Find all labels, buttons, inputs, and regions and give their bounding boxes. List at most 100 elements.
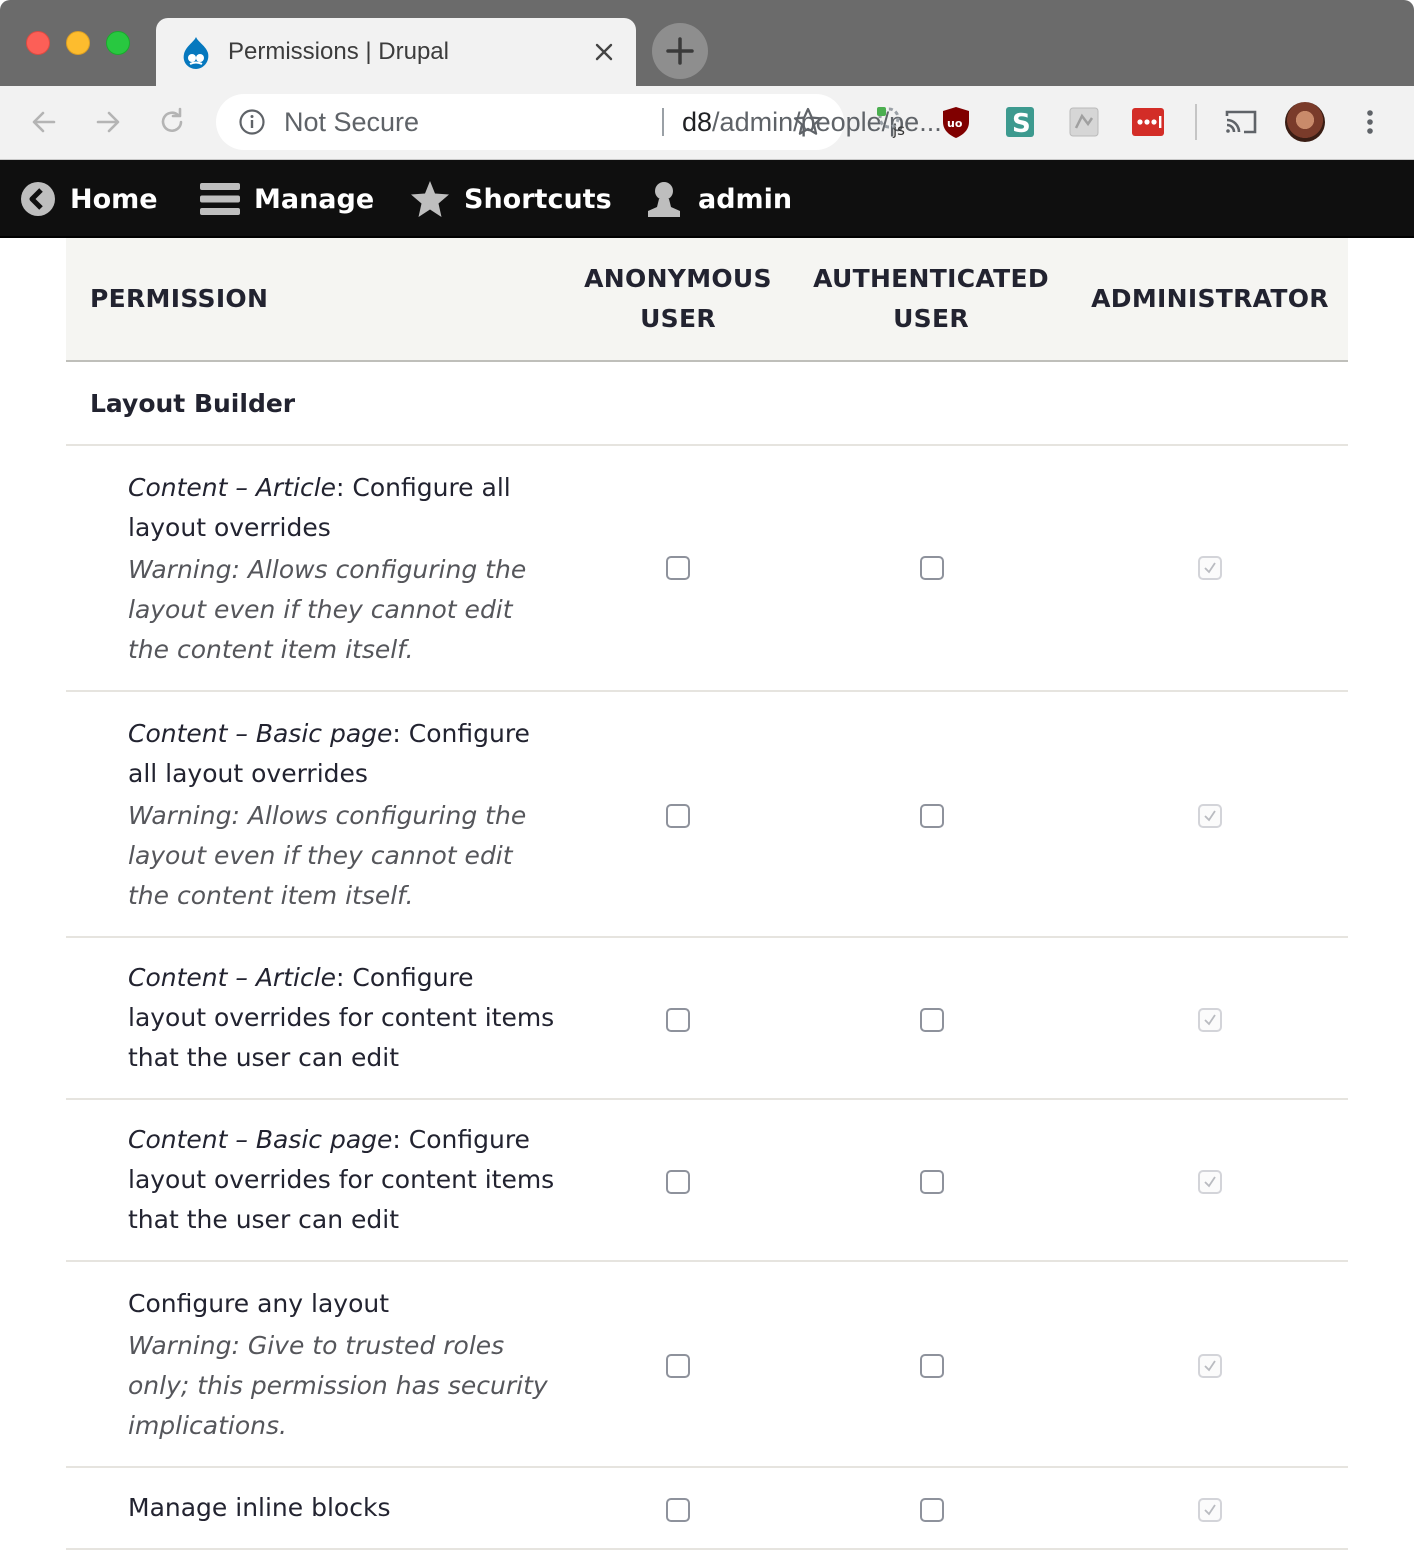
permission-title: Configure any layout [128, 1284, 558, 1324]
permissions-table: Permission Anonymous user Authenticated … [66, 238, 1348, 1550]
permission-description: Content – Article: Configure layout over… [128, 958, 558, 1078]
svg-text:js: js [892, 121, 905, 139]
s-extension-icon[interactable]: S [1002, 104, 1038, 140]
security-indicator[interactable]: Not Secure [284, 106, 419, 138]
permission-title-action: Configure any layout [128, 1289, 390, 1318]
toolbar-manage-tab[interactable]: Manage [200, 160, 374, 238]
header-administrator: Administrator [1091, 284, 1329, 313]
checkbox-administrator[interactable] [1198, 556, 1222, 580]
plus-icon [666, 37, 694, 65]
checkbox-anonymous[interactable] [666, 1008, 690, 1032]
svg-text:uo: uo [947, 117, 963, 130]
permission-warning: Warning: Allows configuring the layout e… [128, 801, 527, 910]
evernote-icon[interactable] [1066, 104, 1102, 140]
checkbox-anonymous[interactable] [666, 804, 690, 828]
checkmark-icon [1204, 810, 1216, 822]
permission-title-action: Manage inline blocks [128, 1493, 391, 1522]
more-options-icon[interactable] [1358, 104, 1382, 140]
reload-icon[interactable] [156, 106, 188, 138]
checkbox-administrator[interactable] [1198, 1354, 1222, 1378]
permission-description: Configure any layout Warning: Give to tr… [128, 1284, 558, 1446]
module-row-layout-builder: Layout Builder [66, 362, 1348, 446]
tab-title: Permissions | Drupal [228, 38, 449, 65]
permission-title: Content – Article: Configure all layout … [128, 468, 558, 548]
permission-row: Content – Basic page: Configure all layo… [66, 692, 1348, 938]
close-window-button[interactable] [26, 31, 50, 55]
permission-title-entity: Content – Basic page [128, 1125, 393, 1154]
address-separator [662, 108, 664, 136]
close-tab-icon[interactable] [592, 40, 616, 64]
js-icon[interactable]: js [874, 104, 910, 140]
permission-warning: Warning: Allows configuring the layout e… [128, 555, 527, 664]
new-tab-button[interactable] [652, 23, 708, 79]
user-icon [648, 182, 680, 217]
hamburger-icon [200, 183, 240, 215]
forward-arrow-icon[interactable] [92, 106, 124, 138]
permission-title-entity: Content – Article [128, 963, 337, 992]
table-header: Permission Anonymous user Authenticated … [66, 238, 1348, 362]
toolbar-shortcuts-tab[interactable]: Shortcuts [410, 160, 612, 238]
checkbox-authenticated[interactable] [920, 1170, 944, 1194]
toolbar-home-label: Home [70, 183, 158, 215]
checkbox-authenticated[interactable] [920, 1008, 944, 1032]
permission-title: Content – Basic page: Configure layout o… [128, 1120, 558, 1240]
info-icon[interactable] [238, 108, 266, 136]
permission-row: Configure any layout Warning: Give to tr… [66, 1262, 1348, 1468]
checkmark-icon [1204, 562, 1216, 574]
checkbox-authenticated[interactable] [920, 1498, 944, 1522]
toolbar-user-tab[interactable]: admin [644, 160, 792, 238]
browser-titlebar: Permissions | Drupal [0, 0, 1414, 86]
svg-text:S: S [1012, 109, 1031, 139]
checkbox-authenticated[interactable] [920, 556, 944, 580]
permission-description: Manage inline blocks [128, 1488, 558, 1528]
permission-row: Content – Article: Configure layout over… [66, 938, 1348, 1100]
permission-title: Manage inline blocks [128, 1488, 558, 1528]
back-arrow-icon[interactable] [28, 106, 60, 138]
zoom-window-button[interactable] [106, 31, 130, 55]
permission-description: Content – Article: Configure all layout … [128, 468, 558, 670]
lastpass-icon[interactable] [1130, 104, 1166, 140]
header-permission: Permission [90, 284, 269, 313]
toolbar-manage-label: Manage [254, 183, 375, 215]
toolbar-divider [1195, 104, 1197, 140]
permission-title: Content – Basic page: Configure all layo… [128, 714, 558, 794]
checkmark-icon [1204, 1014, 1216, 1026]
ublock-icon[interactable]: uo [938, 104, 974, 140]
permission-title: Content – Article: Configure layout over… [128, 958, 558, 1078]
header-authenticated-user: Authenticated user [813, 264, 1049, 333]
checkbox-administrator[interactable] [1198, 804, 1222, 828]
permission-description: Content – Basic page: Configure layout o… [128, 1120, 558, 1240]
permission-row: Manage inline blocks [66, 1468, 1348, 1550]
checkbox-administrator[interactable] [1198, 1498, 1222, 1522]
bookmark-star-icon[interactable] [792, 106, 824, 138]
checkbox-anonymous[interactable] [666, 1498, 690, 1522]
address-bar[interactable]: Not Secure d8/admin/people/pe... [216, 94, 942, 150]
back-circle-icon [21, 182, 55, 216]
toolbar-home-link[interactable]: Home [20, 160, 158, 238]
checkbox-administrator[interactable] [1198, 1008, 1222, 1032]
module-name: Layout Builder [90, 388, 296, 418]
browser-tab[interactable]: Permissions | Drupal [156, 18, 636, 86]
checkbox-anonymous[interactable] [666, 556, 690, 580]
header-anonymous-user: Anonymous user [584, 264, 772, 333]
star-icon [411, 181, 449, 217]
cast-icon[interactable] [1223, 104, 1259, 140]
url-host: d8 [682, 107, 713, 137]
checkmark-icon [1204, 1504, 1216, 1516]
permission-title-entity: Content – Basic page [128, 719, 393, 748]
minimize-window-button[interactable] [66, 31, 90, 55]
checkbox-authenticated[interactable] [920, 804, 944, 828]
drupal-logo-icon [183, 37, 209, 69]
checkbox-administrator[interactable] [1198, 1170, 1222, 1194]
permission-row: Content – Article: Configure all layout … [66, 446, 1348, 692]
profile-avatar[interactable] [1285, 102, 1325, 142]
permission-description: Content – Basic page: Configure all layo… [128, 714, 558, 916]
permission-warning: Warning: Give to trusted roles only; thi… [128, 1331, 548, 1440]
browser-toolbar: Not Secure d8/admin/people/pe... js uo S [0, 86, 1414, 160]
drupal-admin-toolbar: Home Manage Shortcuts admin [0, 160, 1414, 238]
permission-row: Content – Basic page: Configure layout o… [66, 1100, 1348, 1262]
checkbox-authenticated[interactable] [920, 1354, 944, 1378]
toolbar-user-label: admin [698, 183, 793, 215]
checkbox-anonymous[interactable] [666, 1354, 690, 1378]
checkbox-anonymous[interactable] [666, 1170, 690, 1194]
